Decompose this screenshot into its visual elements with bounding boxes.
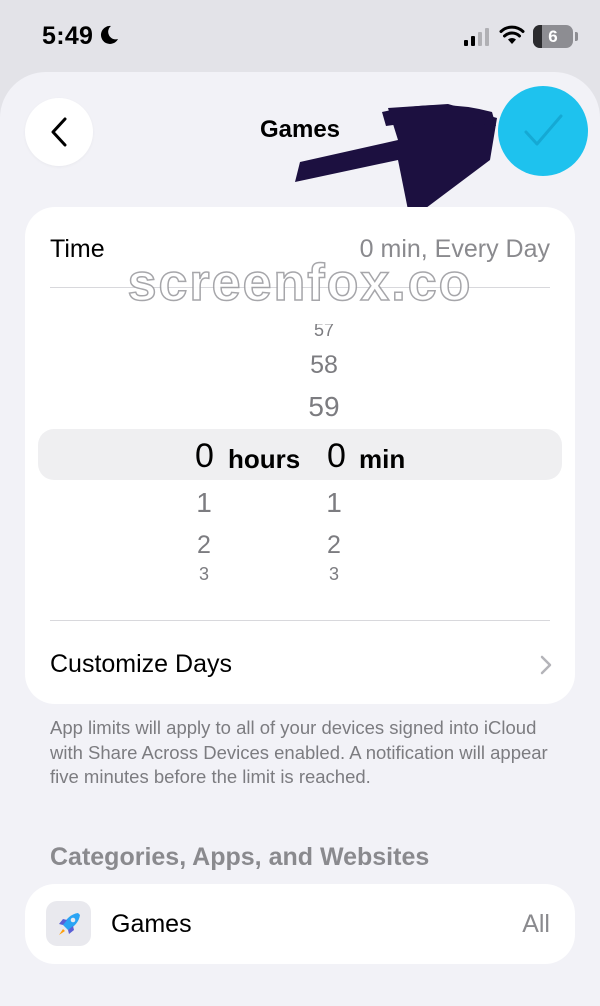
picker-minutes-selected[interactable]: 0 xyxy=(327,437,346,476)
time-limit-card: Time 0 min, Every Day screenfox.co 57 58… xyxy=(25,207,575,704)
picker-hour-option[interactable]: 1 xyxy=(184,487,224,519)
category-row-games[interactable]: Games All xyxy=(25,884,575,964)
picker-minute-option[interactable]: 1 xyxy=(314,487,354,519)
customize-days-row[interactable]: Customize Days xyxy=(50,650,232,679)
picker-hours-label: hours xyxy=(228,444,301,474)
category-label: Games xyxy=(111,910,192,938)
category-value: All xyxy=(522,910,550,938)
picker-minute-option[interactable]: 2 xyxy=(314,531,354,560)
picker-hour-option[interactable]: 2 xyxy=(184,531,224,560)
picker-hour-option[interactable]: 3 xyxy=(184,566,224,583)
app-limit-footnote: App limits will apply to all of your dev… xyxy=(50,717,548,787)
picker-minute-option[interactable]: 57 xyxy=(304,324,344,337)
rocket-icon xyxy=(46,901,91,946)
chevron-right-icon[interactable] xyxy=(539,654,553,676)
picker-minute-option[interactable]: 3 xyxy=(314,566,354,583)
annotation-arrow xyxy=(295,104,497,220)
watermark-text: screenfox.co xyxy=(127,253,473,313)
picker-minute-option[interactable]: 58 xyxy=(304,351,344,380)
picker-minutes-label: min xyxy=(359,444,406,474)
section-header: Categories, Apps, and Websites xyxy=(50,843,430,871)
divider xyxy=(50,620,550,621)
picker-hours-selected[interactable]: 0 xyxy=(195,437,214,476)
picker-minute-option[interactable]: 59 xyxy=(304,391,344,423)
